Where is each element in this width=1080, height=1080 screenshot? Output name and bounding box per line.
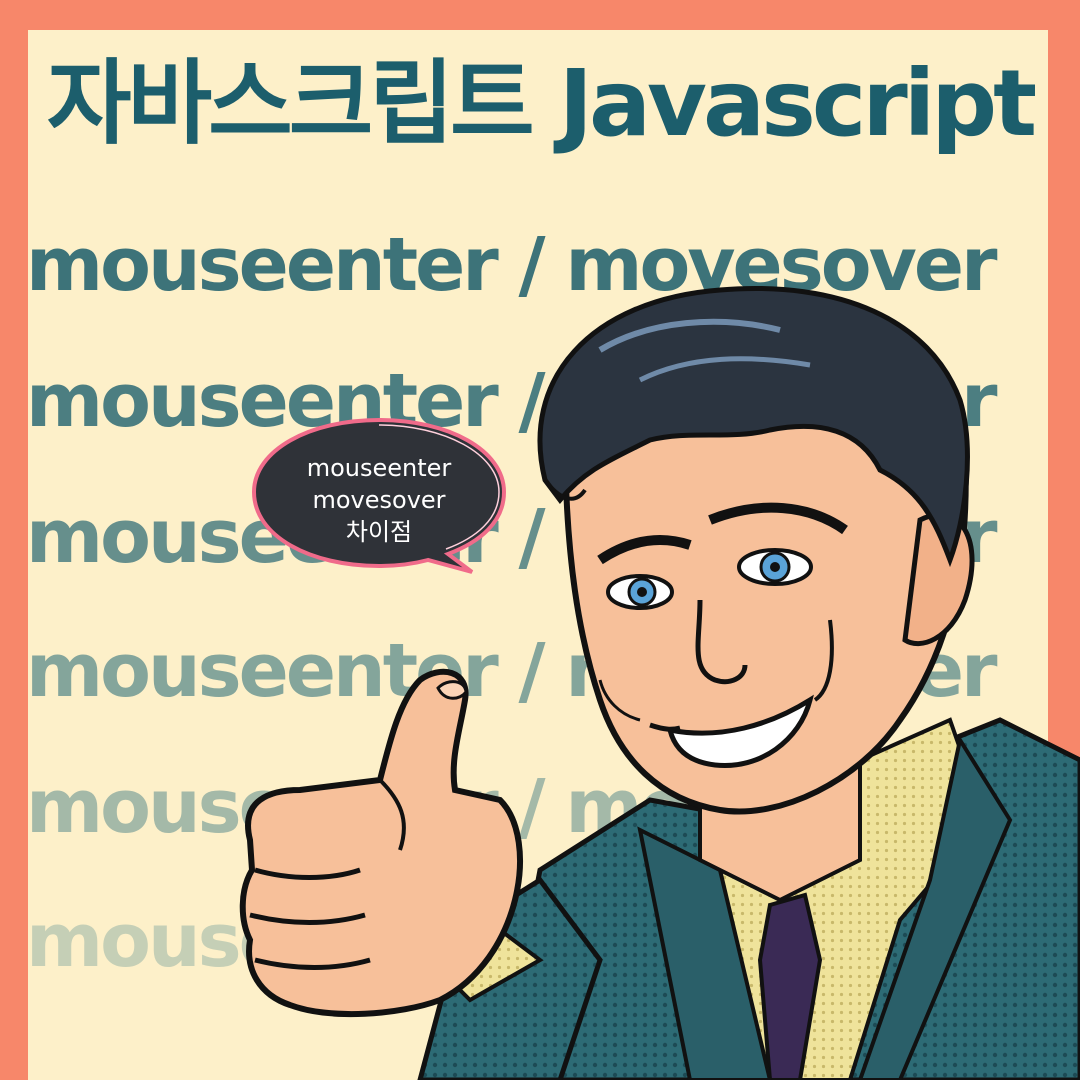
bubble-line: movesover: [312, 486, 446, 514]
page-frame: mouseenter / movesover mouseenter / move…: [0, 0, 1080, 1080]
bubble-line: mouseenter: [306, 454, 452, 482]
speech-bubble-text: mouseenter movesover 차이점: [248, 452, 510, 548]
bubble-line: 차이점: [345, 518, 413, 546]
thumbs-up-man-illustration: [239, 286, 1080, 1080]
